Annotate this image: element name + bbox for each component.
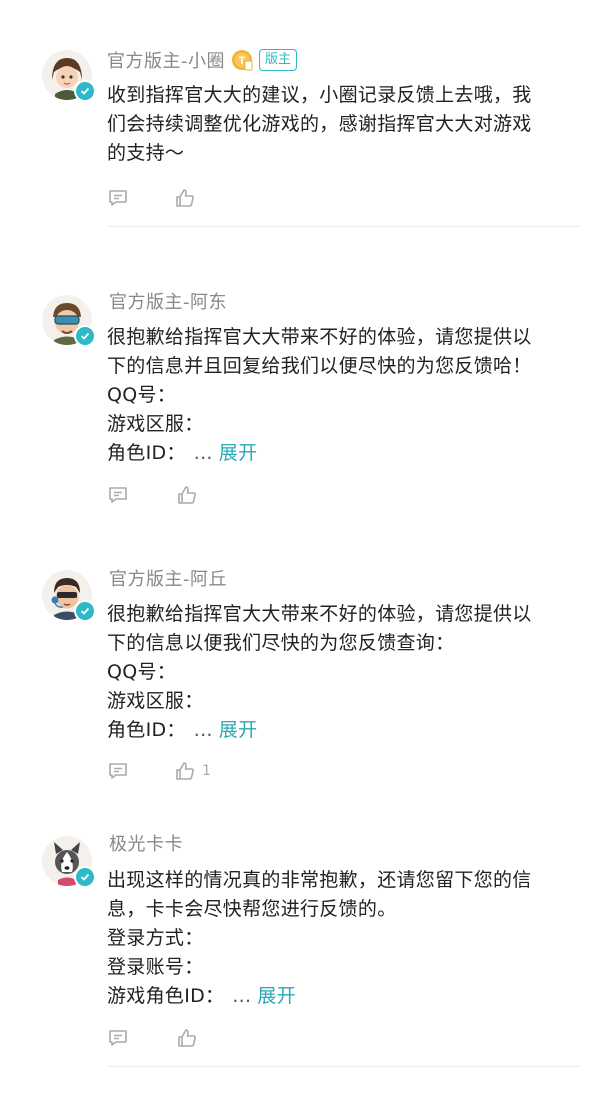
reply-button[interactable]	[107, 760, 129, 782]
thumbs-up-icon	[176, 189, 194, 207]
text-line-truncated: 游戏角色ID：... 展开	[107, 985, 296, 1007]
author-name[interactable]: 官方版主-阿东	[109, 288, 227, 314]
thumbs-up-icon	[178, 486, 196, 504]
thumbs-up-icon	[178, 1029, 196, 1047]
like-button[interactable]: 1	[174, 760, 211, 782]
verified-icon	[74, 600, 96, 622]
text-line: 登录方式：	[107, 927, 204, 949]
expand-link[interactable]: 展开	[219, 442, 258, 464]
like-button[interactable]	[176, 1027, 204, 1049]
reply-icon	[109, 487, 127, 503]
comment-header: 极光卡卡	[109, 829, 183, 857]
comment-header: 官方版主-阿丘	[109, 564, 227, 592]
text-line: 的支持～	[107, 142, 185, 164]
reply-button[interactable]	[107, 1027, 129, 1049]
comment-actions: 1	[107, 760, 211, 782]
comment-text: 很抱歉给指挥官大大带来不好的体验，请您提供以 下的信息并且回复给我们以便尽快的为…	[107, 323, 577, 468]
divider	[107, 1066, 580, 1067]
level-badge-icon: T	[232, 50, 253, 71]
comment-text: 很抱歉给指挥官大大带来不好的体验，请您提供以 下的信息以便我们尽快的为您反馈查询…	[107, 600, 577, 745]
author-name[interactable]: 极光卡卡	[109, 830, 183, 856]
moderator-badge: 版主	[259, 49, 298, 71]
text-line-truncated: 角色ID：... 展开	[107, 719, 258, 741]
comment-header: 官方版主-阿东	[109, 287, 227, 315]
reply-icon	[109, 763, 127, 779]
reply-button[interactable]	[107, 187, 129, 209]
comment-actions	[107, 1027, 204, 1049]
text-line: 息，卡卡会尽快帮您进行反馈的。	[107, 898, 397, 920]
text-line: 很抱歉给指挥官大大带来不好的体验，请您提供以	[107, 603, 532, 625]
text-line: 下的信息并且回复给我们以便尽快的为您反馈哈！	[107, 355, 532, 377]
avatar[interactable]	[42, 570, 96, 622]
thumbs-up-icon	[176, 762, 194, 780]
text-line: 们会持续调整优化游戏的，感谢指挥官大大对游戏	[107, 113, 532, 135]
like-count: 1	[202, 763, 211, 779]
verified-icon	[74, 80, 96, 102]
comment-header: 官方版主-小圈 T 版主	[107, 46, 298, 74]
expand-link[interactable]: 展开	[219, 719, 258, 741]
author-name[interactable]: 官方版主-小圈	[107, 47, 225, 73]
comment-actions	[107, 187, 202, 209]
avatar[interactable]	[42, 295, 96, 347]
avatar[interactable]	[42, 836, 96, 888]
text-line: 出现这样的情况真的非常抱歉，还请您留下您的信	[107, 869, 532, 891]
expand-link[interactable]: 展开	[257, 985, 296, 1007]
text-line: 下的信息以便我们尽快的为您反馈查询：	[107, 632, 455, 654]
comment-text: 出现这样的情况真的非常抱歉，还请您留下您的信 息，卡卡会尽快帮您进行反馈的。 登…	[107, 866, 577, 1011]
divider	[107, 226, 580, 227]
like-button[interactable]	[174, 187, 202, 209]
author-name[interactable]: 官方版主-阿丘	[109, 565, 227, 591]
reply-button[interactable]	[107, 484, 129, 506]
text-line: 游戏区服：	[107, 690, 204, 712]
comment-text: 收到指挥官大大的建议，小圈记录反馈上去哦，我 们会持续调整优化游戏的，感谢指挥官…	[107, 81, 577, 168]
text-line: 收到指挥官大大的建议，小圈记录反馈上去哦，我	[107, 84, 532, 106]
avatar[interactable]	[42, 50, 96, 102]
text-line: 游戏区服：	[107, 413, 204, 435]
text-line: 登录账号：	[107, 956, 204, 978]
comment-actions	[107, 484, 204, 506]
verified-icon	[74, 325, 96, 347]
like-button[interactable]	[176, 484, 204, 506]
text-line: QQ号：	[107, 661, 177, 683]
text-line: QQ号：	[107, 384, 177, 406]
reply-icon	[109, 190, 127, 206]
reply-icon	[109, 1030, 127, 1046]
text-line-truncated: 角色ID：... 展开	[107, 442, 258, 464]
verified-icon	[74, 866, 96, 888]
text-line: 很抱歉给指挥官大大带来不好的体验，请您提供以	[107, 326, 532, 348]
